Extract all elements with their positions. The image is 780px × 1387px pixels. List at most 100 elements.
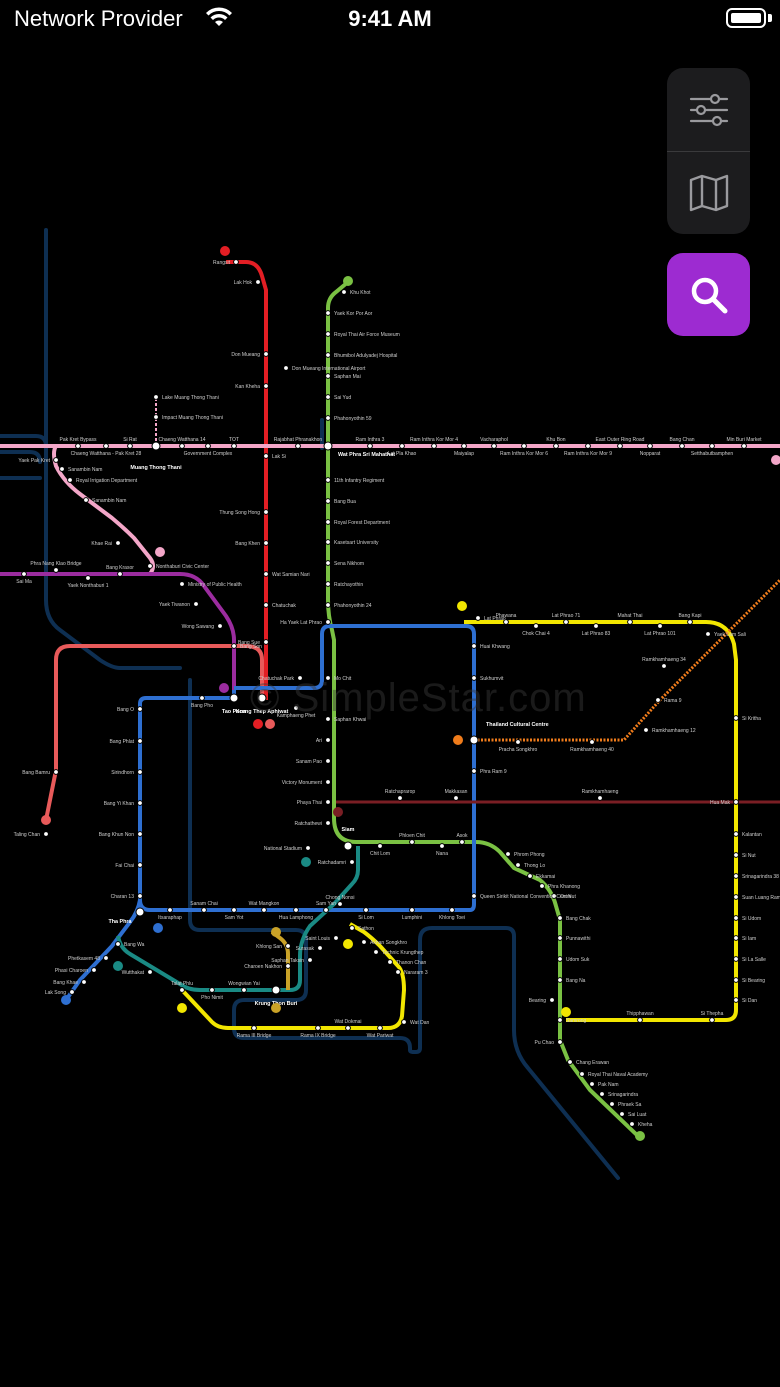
station-bearing[interactable] [549,997,555,1003]
station-ratchaprarop[interactable] [397,795,403,801]
station-royal-irrigation[interactable] [67,477,73,483]
station-si-nut[interactable] [733,852,739,858]
station-sanam-bin-nam[interactable] [83,497,89,503]
station-technic[interactable] [373,949,379,955]
station-ratchayothin[interactable] [325,581,331,587]
station-wat-dokmai[interactable] [345,1025,351,1031]
station-lumphini[interactable] [409,907,415,913]
station-bang-na[interactable] [557,977,563,983]
station-phra-khanong[interactable] [539,883,545,889]
station-lake-muang-thong-thani[interactable] [153,394,159,400]
station-khu-bon[interactable] [553,443,559,449]
station-national-stadium[interactable] [305,845,311,851]
station-ratchathewi[interactable] [325,820,331,826]
station-ramkhamhaeng[interactable] [597,795,603,801]
station-bhumibol-hospital[interactable] [325,352,331,358]
station-akhan-songkhro[interactable] [361,939,367,945]
station-phrom-phong[interactable] [505,851,511,857]
station-bang-krasor[interactable] [117,571,123,577]
station-yaek-lam-sali[interactable] [705,631,711,637]
station-muang-thong-thani[interactable] [151,441,161,451]
station-khlong-san[interactable] [285,943,291,949]
station-lak-song[interactable] [69,989,75,995]
station-ram-inthra-km4[interactable] [431,443,437,449]
station-sanam-chai[interactable] [201,907,207,913]
station-ram-inthra-km6[interactable] [521,443,527,449]
station-wat-mangkon[interactable] [261,907,267,913]
station-phaya-thai[interactable] [325,799,331,805]
station-bang-bua[interactable] [325,498,331,504]
station-lat-phrao-101[interactable] [657,623,663,629]
map-button[interactable] [667,151,750,234]
station-ha-yaek-lat-phrao[interactable] [325,619,331,625]
station-bang-pho[interactable] [199,695,205,701]
station-royal-thai-air-force-museum[interactable] [325,331,331,337]
station-si-udom[interactable] [733,915,739,921]
station-surasak[interactable] [317,945,323,951]
station-asok[interactable] [459,839,465,845]
station-saint-louis[interactable] [333,935,339,941]
station-phasi-charoen[interactable] [91,967,97,973]
station-thipphawan[interactable] [637,1017,643,1023]
station-impact-muang-thong-thani[interactable] [153,414,159,420]
station-chok-chai-4[interactable] [533,623,539,629]
station-wat-phra-sri[interactable] [323,441,333,451]
station-khlong-toei[interactable] [449,907,455,913]
station-wat-pariwat[interactable] [377,1025,383,1031]
station-chatuchak[interactable] [263,602,269,608]
station-kan-kheha[interactable] [263,383,269,389]
station-bang-chan[interactable] [679,443,685,449]
station-bang-o[interactable] [137,706,143,712]
station-khu-khot[interactable] [341,289,347,295]
station-wat-samian-nari[interactable] [263,571,269,577]
station-si-kritha[interactable] [733,715,739,721]
station-sai-luat[interactable] [619,1111,625,1117]
station-airport[interactable] [283,365,289,371]
station-phahon-24[interactable] [325,602,331,608]
station-punnawithi[interactable] [557,935,563,941]
station-sanambin-nam[interactable] [59,466,65,472]
station-rajamangala[interactable] [589,739,595,745]
station-wat-dan[interactable] [401,1019,407,1025]
station-thanon-chan[interactable] [387,959,393,965]
station-nopparat[interactable] [647,443,653,449]
station-yaek-pak-kret[interactable] [53,457,59,463]
station-nonthaburi-civic[interactable] [147,563,153,569]
station-vacharaphol[interactable] [491,443,497,449]
station-kalantan[interactable] [733,831,739,837]
station-bang-bamru[interactable] [53,769,59,775]
station-fai-chai[interactable] [137,862,143,868]
station-mo-chit-2[interactable] [475,615,481,621]
station-srinagarindra-38[interactable] [733,873,739,879]
station-11th-regiment[interactable] [325,477,331,483]
station-itsaraphap[interactable] [167,907,173,913]
station-ari[interactable] [325,737,331,743]
station-sathon[interactable] [349,925,355,931]
station-makkasan[interactable] [453,795,459,801]
station-pak-nam[interactable] [589,1081,595,1087]
station-lat-phrao-83[interactable] [593,623,599,629]
station-tao-poon[interactable] [229,693,239,703]
station-tha-phra[interactable] [135,907,145,917]
station-chit-lom[interactable] [377,843,383,849]
station-rama-ix-bridge[interactable] [315,1025,321,1031]
station-bang-chak[interactable] [557,915,563,921]
station-setthabutbamphen[interactable] [709,443,715,449]
station-tot[interactable] [231,443,237,449]
station-si-lom[interactable] [363,907,369,913]
station-government-complex[interactable] [205,443,211,449]
station-east-outer-ring[interactable] [617,443,623,449]
search-button[interactable] [667,253,750,336]
station-ramkhamhaeng-34[interactable] [661,663,667,669]
station-si-iam[interactable] [733,935,739,941]
station-sam-yot[interactable] [231,907,237,913]
station-yaek-kor-por-aor[interactable] [325,310,331,316]
station-bang-yi-khan[interactable] [137,800,143,806]
station-taling-chan[interactable] [43,831,49,837]
station-lak-hok[interactable] [255,279,261,285]
station-bang-son[interactable] [231,643,237,649]
station-bang-wa[interactable] [115,941,121,947]
station-pak-kret-bypass[interactable] [75,443,81,449]
station-hua-mak[interactable] [733,799,739,805]
station-ramkhamhaeng-12[interactable] [643,727,649,733]
